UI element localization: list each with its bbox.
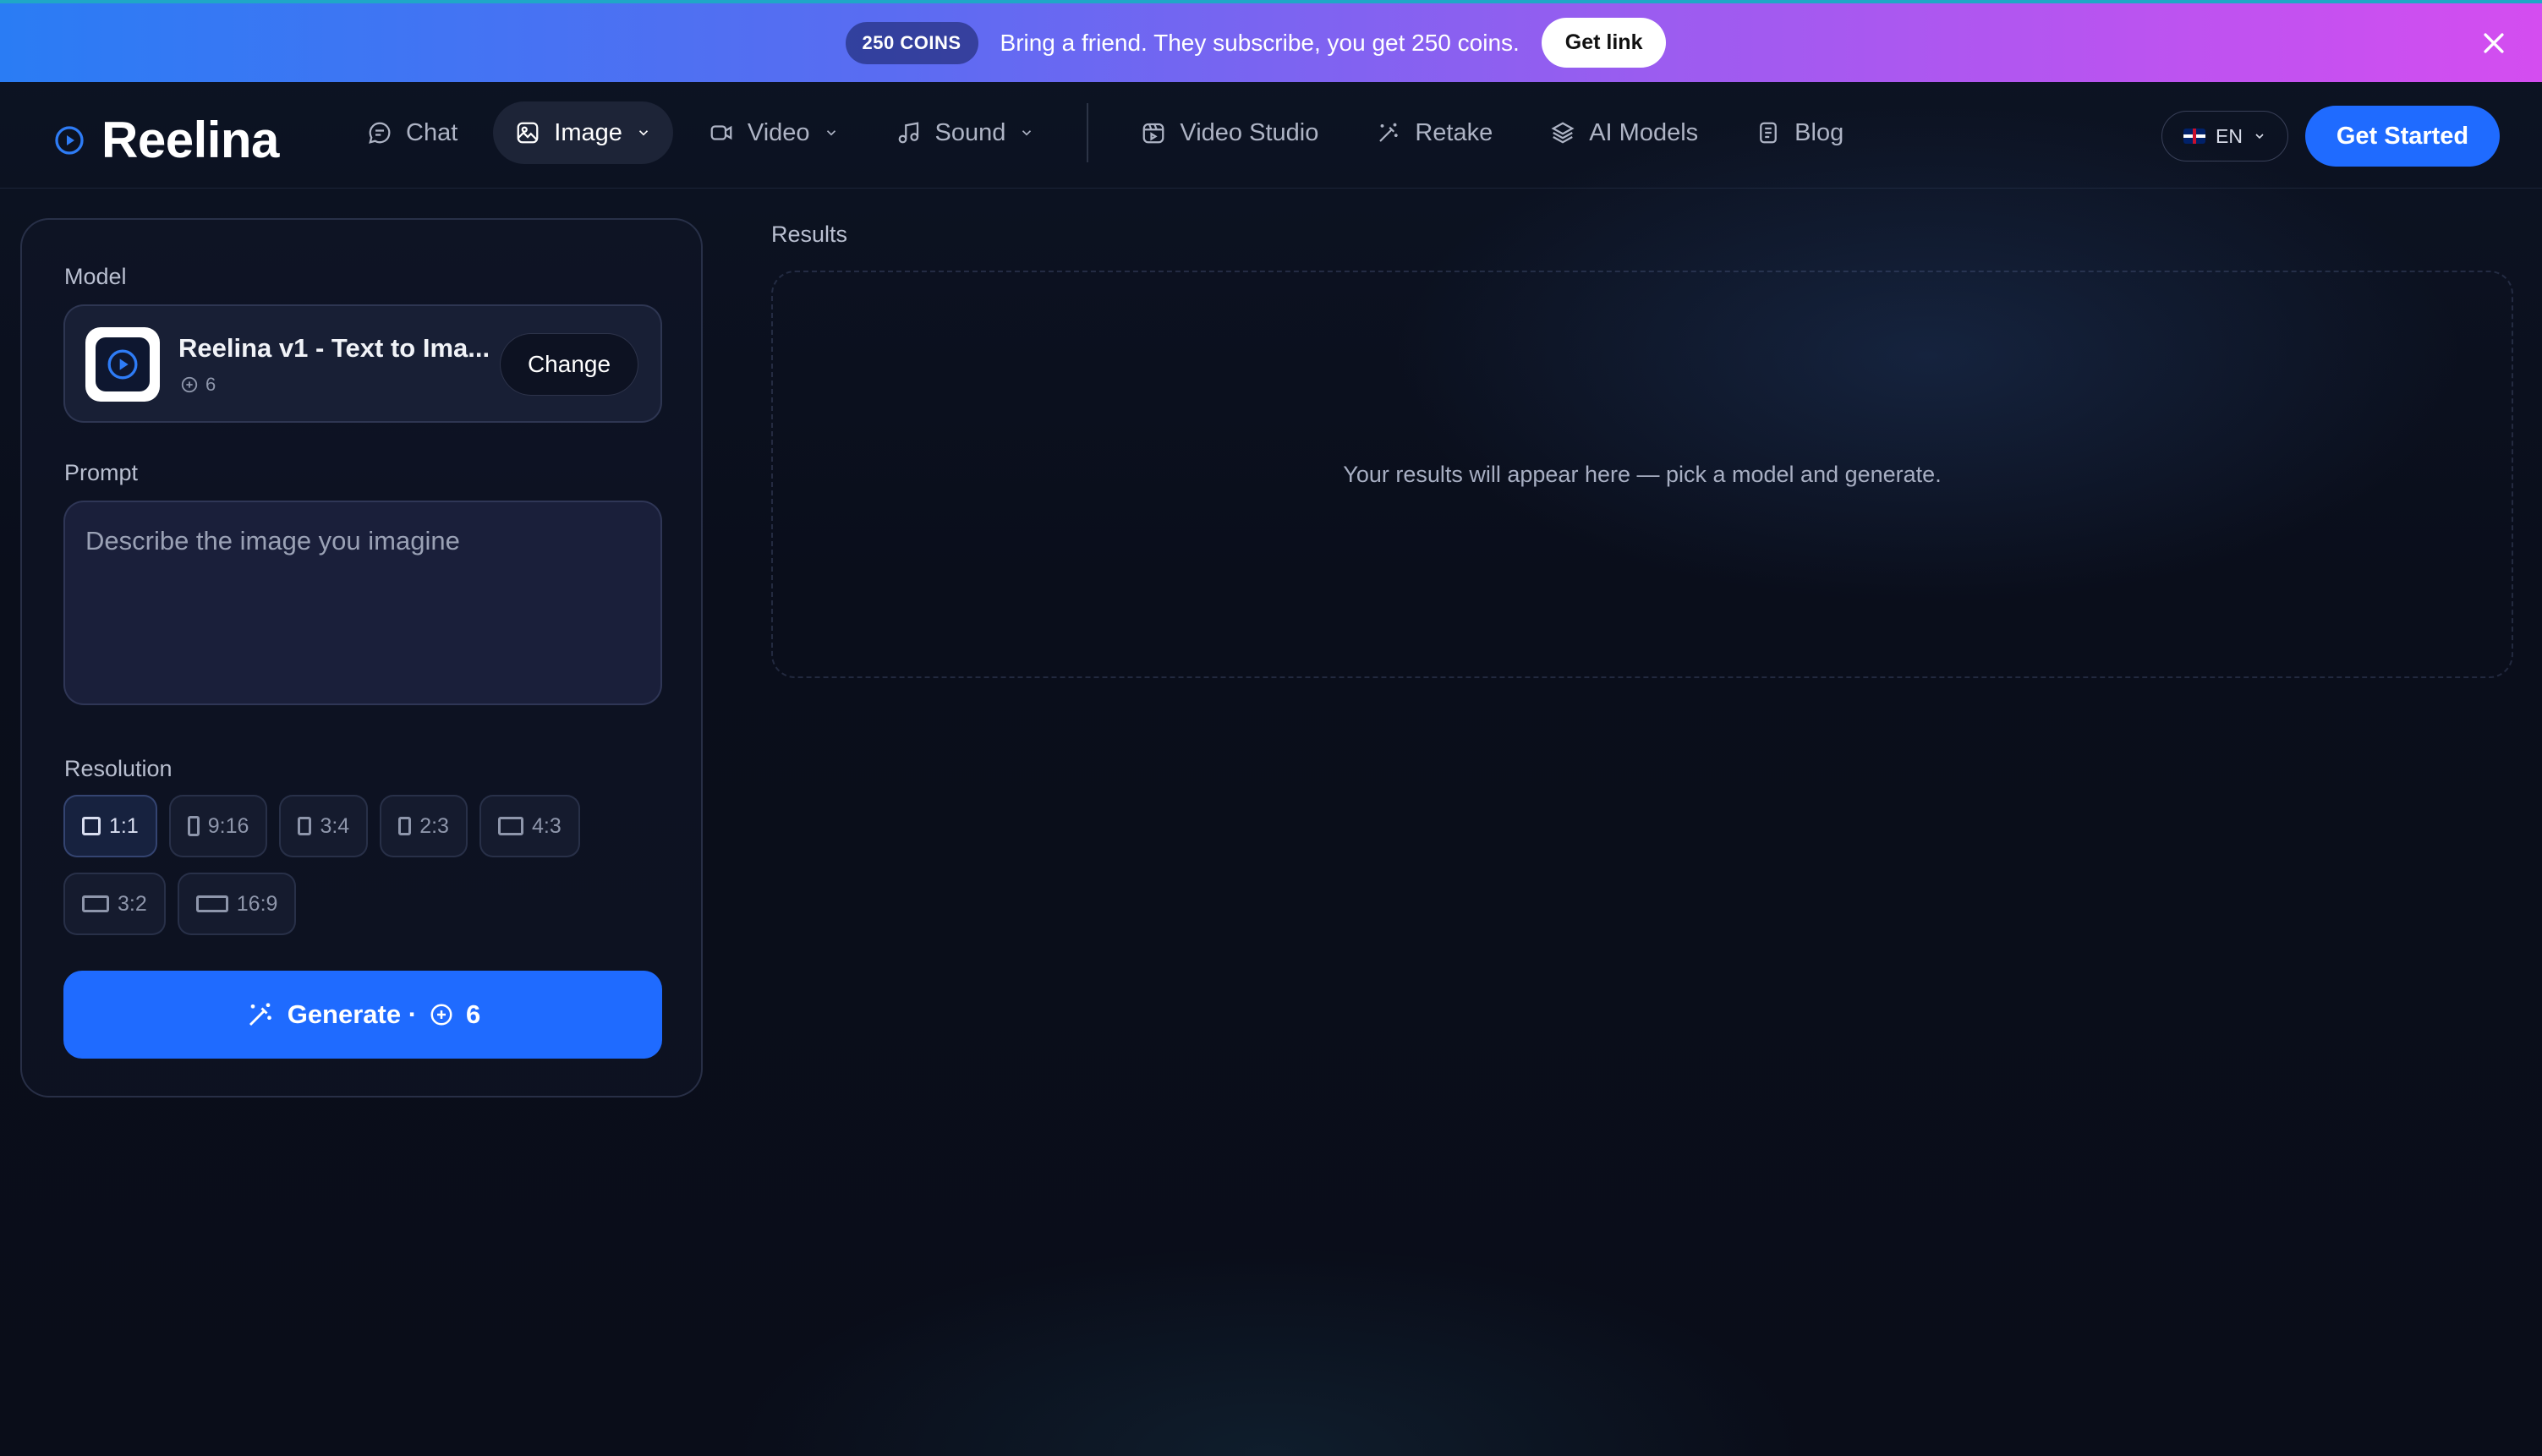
brand-logo[interactable]: Reelina <box>54 111 279 169</box>
landscape-ratio-icon <box>82 895 109 912</box>
resolution-label: Resolution <box>64 756 173 781</box>
generation-panel: Model Reelina v1 - Text to Ima... 6 Chan… <box>20 218 703 1097</box>
nav-ai-models[interactable]: AI Models <box>1528 101 1720 164</box>
document-icon <box>1756 120 1781 145</box>
layers-icon <box>1550 120 1575 145</box>
nav-blog-label: Blog <box>1794 118 1844 146</box>
play-logo-icon <box>54 125 85 156</box>
uk-flag-icon <box>2183 129 2206 144</box>
results-title: Results <box>771 222 848 247</box>
get-link-button[interactable]: Get link <box>1541 18 1667 68</box>
resolution-4-3[interactable]: 4:3 <box>479 795 580 857</box>
language-label: EN <box>2216 124 2243 147</box>
promo-text: Bring a friend. They subscribe, you get … <box>1000 29 1520 56</box>
resolution-label-16-9: 16:9 <box>236 891 278 916</box>
resolution-2-3[interactable]: 2:3 <box>380 795 468 857</box>
nav-chat[interactable]: Chat <box>345 101 479 164</box>
portrait-ratio-icon <box>398 817 412 835</box>
portrait-ratio-icon <box>298 817 312 835</box>
resolution-label-3-4: 3:4 <box>320 813 350 838</box>
landscape-ratio-icon <box>497 817 523 835</box>
prompt-label: Prompt <box>64 460 139 485</box>
nav-retake[interactable]: Retake <box>1354 101 1515 164</box>
nav-blog[interactable]: Blog <box>1734 101 1865 164</box>
generate-label: Generate · <box>287 999 418 1029</box>
resolution-3-4[interactable]: 3:4 <box>279 795 369 857</box>
resolution-label-3-2: 3:2 <box>118 891 147 916</box>
nav-image[interactable]: Image <box>493 101 673 164</box>
resolution-label-1-1: 1:1 <box>109 813 139 838</box>
brand-name: Reelina <box>101 112 279 168</box>
model-name: Reelina v1 - Text to Ima... <box>178 333 490 363</box>
image-icon <box>515 120 540 145</box>
promo-content: 250 COINS Bring a friend. They subscribe… <box>845 18 1667 68</box>
chevron-down-icon <box>2253 129 2266 143</box>
close-icon[interactable] <box>2479 29 2508 57</box>
chevron-down-icon <box>1019 125 1034 140</box>
model-cost: 6 <box>180 374 216 396</box>
resolution-label-2-3: 2:3 <box>419 813 449 838</box>
top-navigation: Reelina Chat Image Video Sound Video Stu… <box>0 82 2542 189</box>
magic-wand-icon <box>245 999 276 1030</box>
resolution-options: 1:1 9:16 3:4 2:3 4:3 3:2 16:9 <box>63 795 672 950</box>
resolution-9-16[interactable]: 9:16 <box>168 795 268 857</box>
coin-icon <box>429 1002 454 1027</box>
landscape-ratio-icon <box>195 895 228 912</box>
get-started-button[interactable]: Get Started <box>2305 106 2500 167</box>
chevron-down-icon <box>636 125 651 140</box>
play-logo-icon <box>106 348 140 381</box>
portrait-ratio-icon <box>187 816 200 836</box>
nav-sound-label: Sound <box>934 118 1006 146</box>
results-area: Your results will appear here — pick a m… <box>771 271 2513 678</box>
main-nav: Chat Image Video Sound Video Studio Reta… <box>345 101 1865 164</box>
chevron-down-icon <box>824 125 839 140</box>
chat-bubble-icon <box>367 120 392 145</box>
prompt-input[interactable] <box>63 501 662 705</box>
nav-video-studio-label: Video Studio <box>1180 118 1319 146</box>
nav-video-label: Video <box>747 118 810 146</box>
model-thumbnail <box>85 327 160 402</box>
nav-image-label: Image <box>554 118 622 146</box>
model-cost-value: 6 <box>205 374 216 395</box>
model-label: Model <box>64 264 127 289</box>
nav-video-studio[interactable]: Video Studio <box>1119 101 1340 164</box>
resolution-3-2[interactable]: 3:2 <box>63 873 166 935</box>
resolution-16-9[interactable]: 16:9 <box>177 873 297 935</box>
studio-calendar-icon <box>1141 120 1166 145</box>
results-empty-text: Your results will appear here — pick a m… <box>1343 461 1942 487</box>
nav-chat-label: Chat <box>406 118 458 146</box>
video-camera-icon <box>709 120 734 145</box>
nav-retake-label: Retake <box>1415 118 1493 146</box>
resolution-label-9-16: 9:16 <box>207 813 249 838</box>
nav-video[interactable]: Video <box>687 101 861 164</box>
coins-badge: 250 COINS <box>845 21 978 64</box>
resolution-1-1[interactable]: 1:1 <box>63 795 157 857</box>
magic-wand-icon <box>1376 120 1401 145</box>
coin-icon <box>180 375 199 394</box>
nav-ai-models-label: AI Models <box>1589 118 1699 146</box>
change-model-button[interactable]: Change <box>500 333 638 396</box>
resolution-label-4-3: 4:3 <box>531 813 562 838</box>
nav-divider <box>1087 103 1089 162</box>
model-card: Reelina v1 - Text to Ima... 6 Change <box>63 304 662 423</box>
music-note-icon <box>896 120 922 145</box>
generate-button[interactable]: Generate · 6 <box>63 971 662 1059</box>
square-ratio-icon <box>82 817 101 835</box>
generate-cost: 6 <box>466 999 481 1029</box>
nav-sound[interactable]: Sound <box>874 101 1057 164</box>
language-selector[interactable]: EN <box>2161 111 2288 161</box>
promo-banner: 250 COINS Bring a friend. They subscribe… <box>0 0 2542 82</box>
